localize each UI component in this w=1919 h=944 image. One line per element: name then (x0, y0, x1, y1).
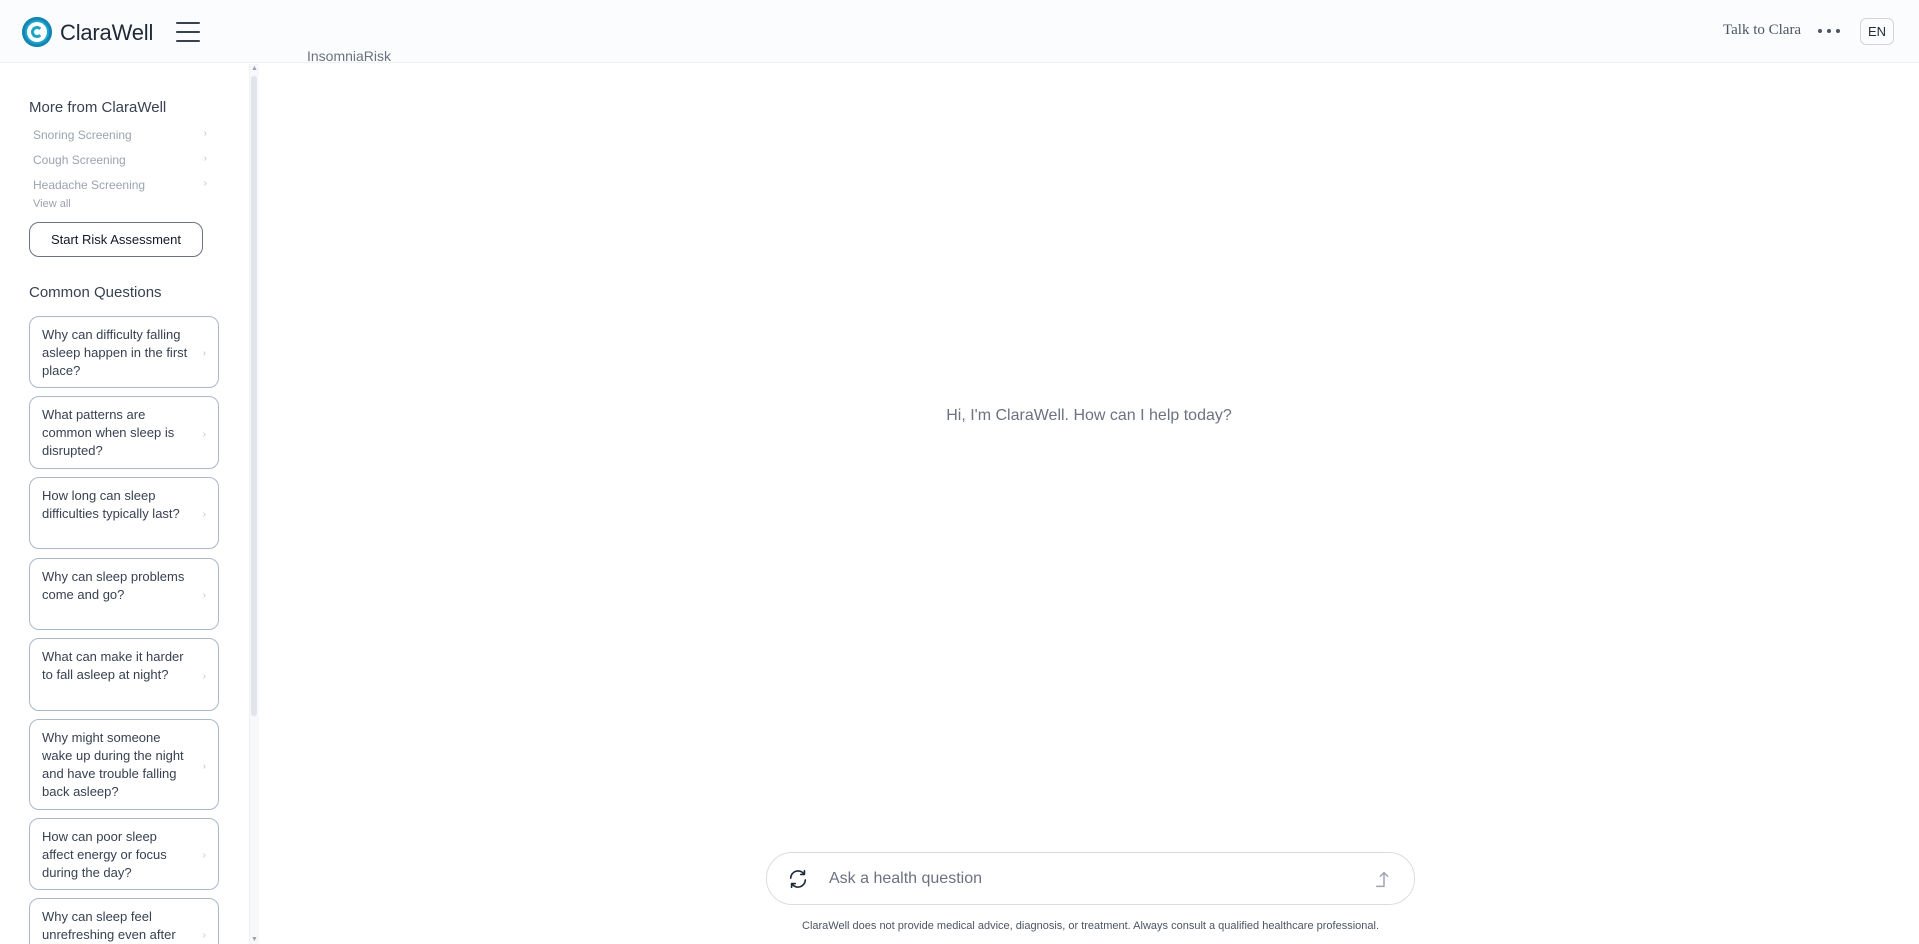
more-from-title: More from ClaraWell (29, 99, 167, 116)
sidebar-item-label: Snoring Screening (33, 128, 132, 142)
chevron-right-icon: › (202, 850, 206, 861)
question-text: Why can sleep feel unrefreshing even aft… (42, 909, 176, 942)
sidebar-item-headache-screening[interactable]: Headache Screening › (33, 178, 207, 192)
chevron-right-icon: › (202, 428, 206, 440)
medical-disclaimer: ClaraWell does not provide medical advic… (802, 920, 1379, 932)
more-options-icon[interactable] (1816, 24, 1844, 38)
question-card[interactable]: How can poor sleep affect energy or focu… (29, 818, 219, 890)
chevron-right-icon: › (202, 509, 206, 520)
chevron-right-icon: › (202, 348, 206, 359)
refresh-icon[interactable] (787, 868, 809, 890)
chevron-right-icon: › (202, 930, 206, 941)
scroll-down-arrow-icon[interactable]: ▼ (251, 936, 258, 943)
brand-name[interactable]: ClaraWell (60, 20, 153, 46)
chevron-right-icon: › (203, 128, 207, 139)
sidebar-item-label: Headache Screening (33, 178, 146, 192)
question-text: How can poor sleep affect energy or focu… (42, 829, 167, 880)
chevron-right-icon: › (202, 670, 206, 682)
greeting-message: Hi, I'm ClaraWell. How can I help today? (946, 407, 1232, 424)
send-arrow-icon[interactable] (1373, 868, 1395, 890)
question-card[interactable]: Why can difficulty falling asleep happen… (29, 316, 219, 388)
question-text: What can make it harder to fall asleep a… (42, 649, 184, 682)
breadcrumb: InsomniaRisk (307, 48, 392, 64)
top-header: ClaraWell InsomniaRisk Talk to Clara EN (0, 0, 1919, 64)
scroll-up-arrow-icon[interactable]: ▲ (251, 65, 258, 72)
chat-composer (766, 852, 1415, 905)
question-card[interactable]: Why can sleep feel unrefreshing even aft… (29, 898, 219, 944)
question-card[interactable]: What can make it harder to fall asleep a… (29, 638, 219, 711)
chevron-right-icon: › (202, 590, 206, 601)
chevron-right-icon: › (203, 178, 207, 189)
scrollbar-thumb[interactable] (251, 76, 257, 716)
question-card[interactable]: What patterns are common when sleep is d… (29, 396, 219, 469)
question-card[interactable]: Why might someone wake up during the nig… (29, 719, 219, 810)
chevron-right-icon: › (203, 153, 207, 164)
question-text: What patterns are common when sleep is d… (42, 407, 175, 458)
sidebar-item-snoring-screening[interactable]: Snoring Screening › (33, 128, 207, 142)
hamburger-menu-icon[interactable] (176, 20, 200, 44)
question-card[interactable]: How long can sleep difficulties typicall… (29, 477, 219, 549)
question-text: Why might someone wake up during the nig… (42, 730, 184, 799)
common-questions-title: Common Questions (29, 284, 162, 301)
talk-to-clara-link[interactable]: Talk to Clara (1723, 22, 1801, 39)
sidebar-item-label: Cough Screening (33, 153, 126, 167)
view-all-link[interactable]: View all (33, 198, 71, 210)
clarawell-logo-icon[interactable] (22, 17, 52, 47)
language-selector[interactable]: EN (1860, 18, 1894, 45)
question-text: Why can difficulty falling asleep happen… (42, 327, 188, 378)
question-text: Why can sleep problems come and go? (42, 569, 185, 602)
health-question-input[interactable] (829, 863, 1349, 895)
question-text: How long can sleep difficulties typicall… (42, 488, 180, 521)
sidebar: More from ClaraWell Snoring Screening › … (0, 64, 250, 944)
sidebar-scrollbar[interactable]: ▲ ▼ (250, 64, 259, 944)
question-card[interactable]: Why can sleep problems come and go? › (29, 558, 219, 630)
sidebar-item-cough-screening[interactable]: Cough Screening › (33, 153, 207, 167)
chevron-right-icon: › (202, 760, 206, 772)
start-risk-assessment-button[interactable]: Start Risk Assessment (29, 222, 203, 257)
